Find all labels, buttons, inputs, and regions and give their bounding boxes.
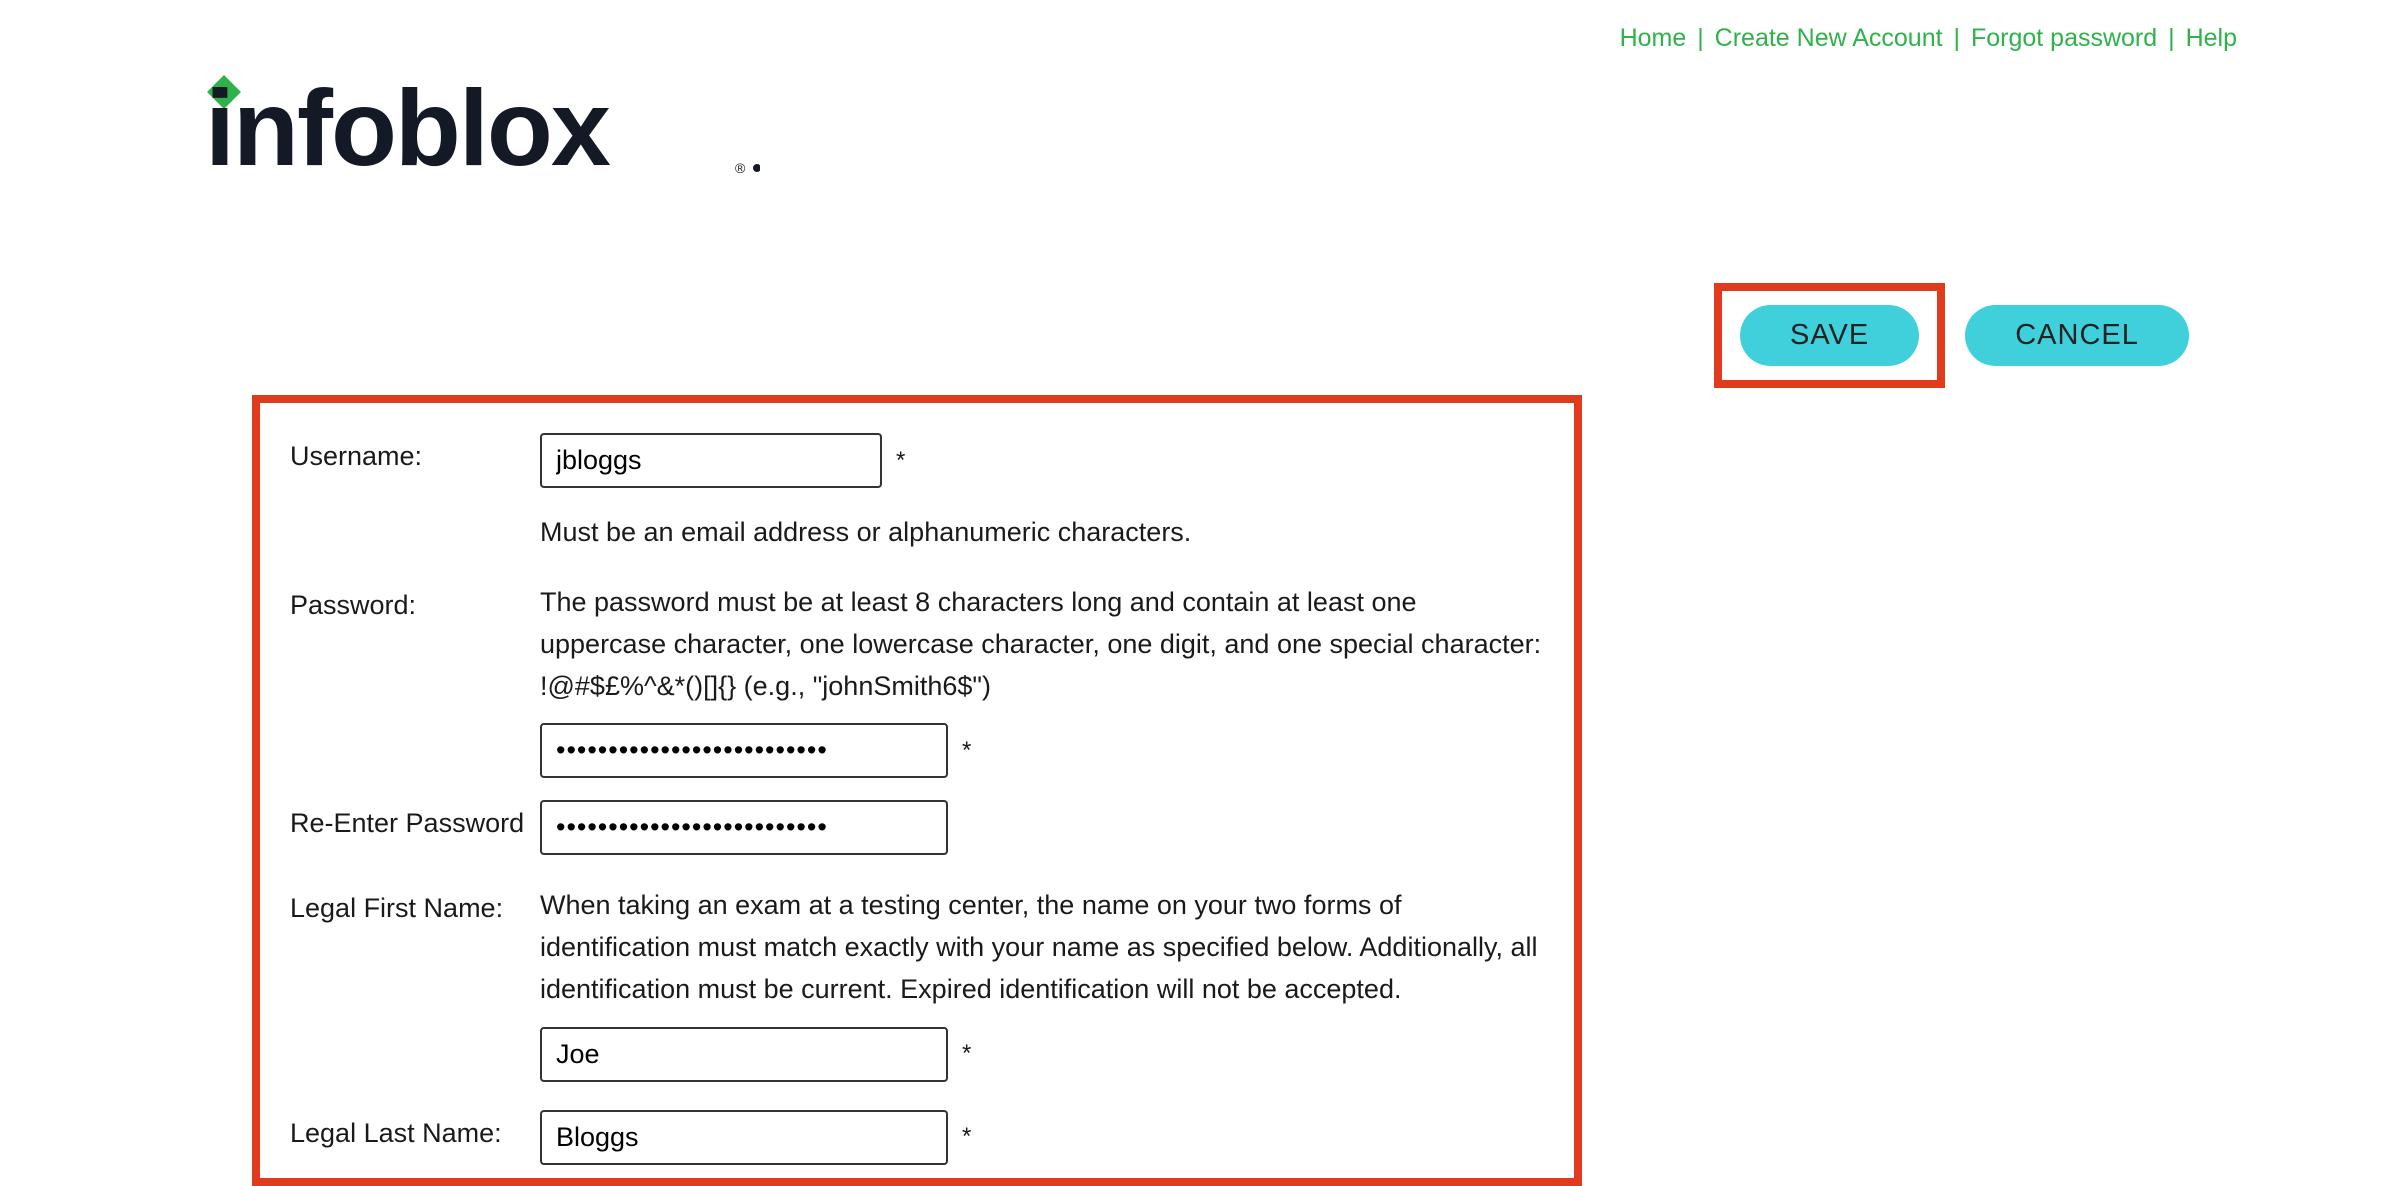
lastname-input[interactable] [540,1110,948,1165]
nav-separator: | [1954,24,1961,52]
firstname-help-text: When taking an exam at a testing center,… [540,885,1544,1011]
username-help-text: Must be an email address or alphanumeric… [540,512,1544,554]
lastname-row: Legal Last Name: * [290,1110,1544,1165]
firstname-label: Legal First Name: [290,885,540,924]
required-indicator: * [962,737,971,765]
password-label: Password: [290,582,540,621]
svg-text:®: ® [735,160,746,176]
nav-separator: | [1697,24,1704,52]
required-indicator: * [962,1040,971,1068]
username-label: Username: [290,433,540,472]
nav-help-link[interactable]: Help [2186,24,2237,52]
nav-separator: | [2168,24,2175,52]
password-help-text: The password must be at least 8 characte… [540,582,1544,708]
firstname-input[interactable] [540,1027,948,1082]
action-bar: SAVE CANCEL [1714,283,2189,388]
nav-forgot-password-link[interactable]: Forgot password [1971,24,2157,52]
required-indicator: * [896,447,905,475]
username-input[interactable] [540,433,882,488]
nav-create-account-link[interactable]: Create New Account [1715,24,1943,52]
lastname-label: Legal Last Name: [290,1110,540,1149]
password-row: Password: The password must be at least … [290,582,1544,779]
repassword-input[interactable] [540,800,948,855]
password-input[interactable] [540,723,948,778]
repassword-row: Re-Enter Password [290,800,1544,855]
save-highlight-box: SAVE [1714,283,1945,388]
form-highlight-box: Username: * Must be an email address or … [252,395,1582,1186]
repassword-label: Re-Enter Password [290,800,540,839]
top-nav: Home | Create New Account | Forgot passw… [1620,24,2237,53]
infoblox-logo: infoblox ® [205,70,760,180]
svg-text:infoblox: infoblox [205,70,611,180]
firstname-row: Legal First Name: When taking an exam at… [290,885,1544,1082]
cancel-button[interactable]: CANCEL [1965,305,2189,366]
save-button[interactable]: SAVE [1740,305,1919,366]
required-indicator: * [962,1123,971,1151]
nav-home-link[interactable]: Home [1620,24,1687,52]
username-row: Username: * Must be an email address or … [290,433,1544,554]
